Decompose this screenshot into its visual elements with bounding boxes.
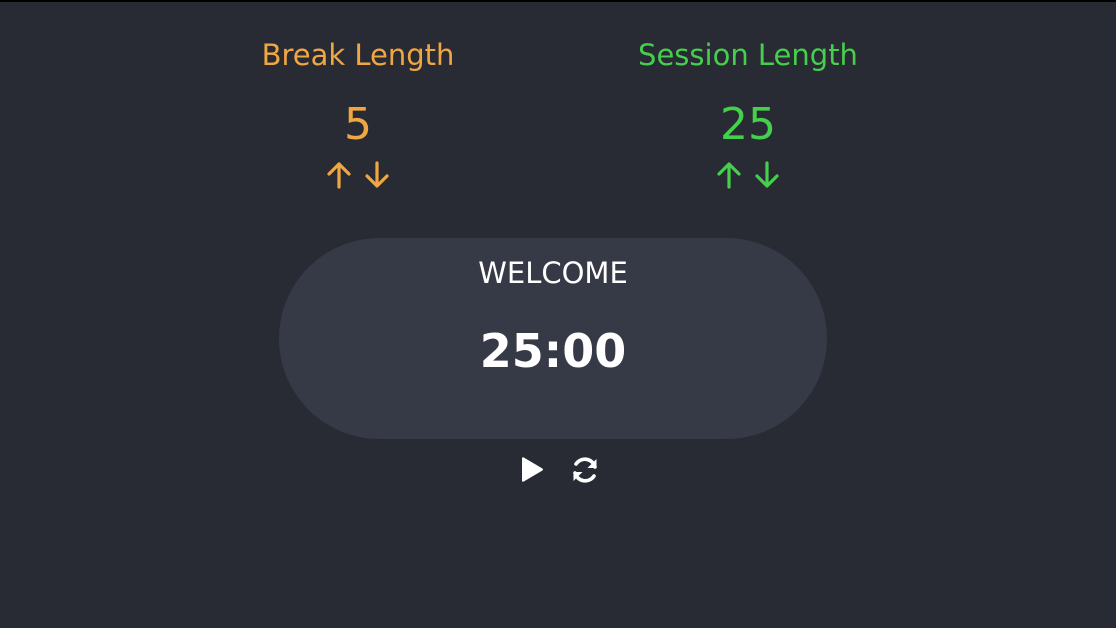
break-length-label: Break Length xyxy=(261,38,455,72)
arrow-up-icon xyxy=(717,162,741,189)
arrow-down-icon xyxy=(365,161,389,188)
arrow-up-icon xyxy=(327,162,351,189)
timer-controls xyxy=(0,452,1116,488)
session-length-label: Session Length xyxy=(638,38,858,72)
arrow-down-icon xyxy=(755,161,779,188)
play-icon xyxy=(522,457,543,482)
break-increment-button[interactable] xyxy=(324,158,354,192)
start-stop-button[interactable] xyxy=(514,452,548,488)
session-increment-button[interactable] xyxy=(714,158,744,192)
session-length-value: 25 xyxy=(720,99,776,150)
reset-button[interactable] xyxy=(568,452,602,488)
refresh-icon xyxy=(573,457,597,483)
session-length-arrows xyxy=(598,158,898,192)
break-length-arrows xyxy=(208,158,508,192)
timer-label: WELCOME xyxy=(478,256,628,290)
break-length-control: Break Length 5 xyxy=(208,32,508,192)
session-length-control: Session Length 25 xyxy=(598,32,898,192)
timer-time: 25:00 xyxy=(479,324,627,378)
session-decrement-button[interactable] xyxy=(752,158,782,192)
break-decrement-button[interactable] xyxy=(362,158,392,192)
break-length-value: 5 xyxy=(344,99,372,150)
timer-display: WELCOME 25:00 xyxy=(279,238,827,439)
